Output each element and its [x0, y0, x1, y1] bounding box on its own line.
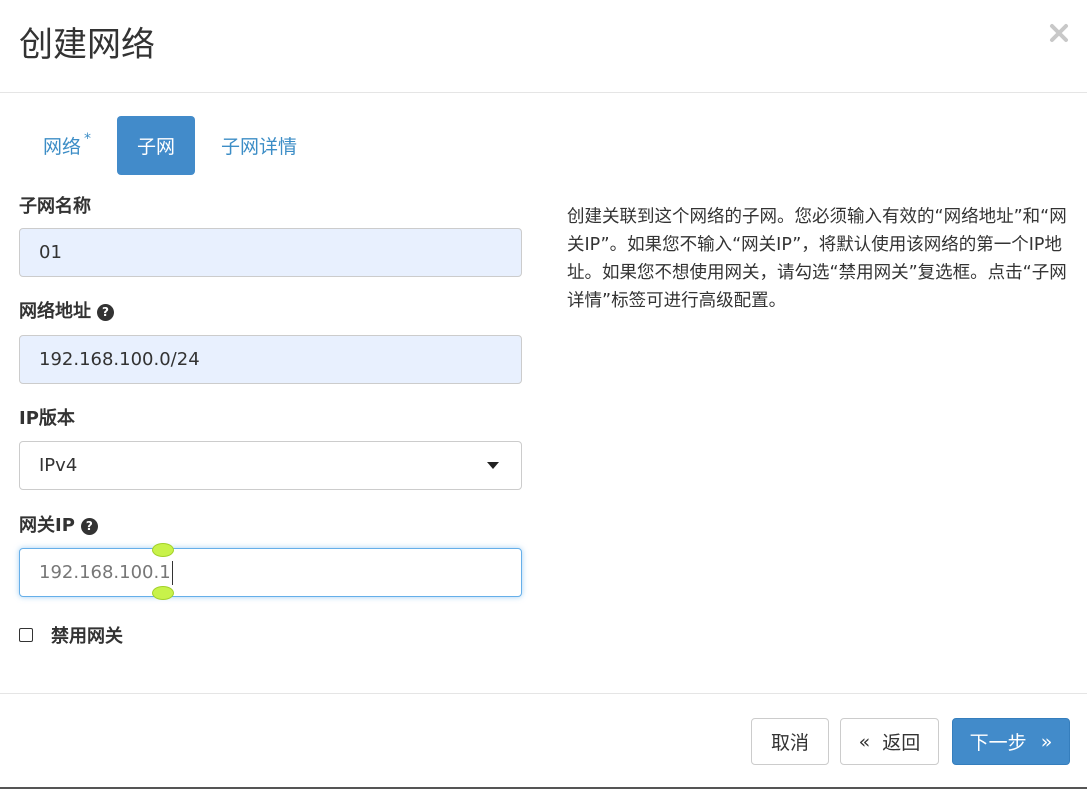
subnet-name-label: 子网名称: [19, 194, 91, 220]
tab-network[interactable]: 网络 *: [23, 116, 111, 175]
create-network-dialog: 创建网络 网络 * 子网 子网详情 子网名称 01 网络地址 ? 192.168…: [0, 0, 1087, 789]
subnet-name-label-text: 子网名称: [19, 196, 91, 217]
subnet-name-value: 01: [39, 242, 62, 263]
required-mark: *: [84, 130, 92, 147]
back-button[interactable]: « 返回: [840, 718, 939, 765]
selection-handle-top[interactable]: [152, 543, 174, 557]
dialog-header: 创建网络: [0, 0, 1087, 93]
dialog-footer: 取消 « 返回 下一步 »: [0, 693, 1087, 789]
next-label: 下一步: [969, 732, 1027, 754]
help-description: 创建关联到这个网络的子网。您必须输入有效的“网络地址”和“网关IP”。如果您不输…: [567, 207, 1067, 311]
subnet-name-input[interactable]: 01: [19, 228, 522, 277]
network-address-input[interactable]: 192.168.100.0/24: [19, 335, 522, 384]
ip-version-selected: IPv4: [39, 455, 78, 476]
text-cursor: [171, 560, 173, 585]
next-button[interactable]: 下一步 »: [952, 718, 1070, 765]
ip-version-label: IP版本: [19, 406, 75, 432]
gateway-ip-value: 192.168.100.1: [39, 562, 171, 583]
tab-label: 子网详情: [221, 136, 298, 158]
cancel-button[interactable]: 取消: [751, 718, 829, 765]
disable-gateway-row: 禁用网关: [19, 622, 123, 648]
ip-version-label-text: IP版本: [19, 408, 75, 429]
disable-gateway-label[interactable]: 禁用网关: [51, 622, 123, 648]
tab-subnet-details[interactable]: 子网详情: [201, 116, 317, 175]
ip-version-select[interactable]: IPv4: [19, 441, 522, 490]
close-button[interactable]: [1044, 18, 1074, 48]
disable-gateway-checkbox[interactable]: [19, 628, 33, 642]
double-chevron-right-icon: »: [1040, 730, 1053, 753]
network-address-label: 网络地址 ?: [19, 299, 114, 325]
gateway-ip-label: 网关IP ?: [19, 513, 98, 539]
selection-handle-bottom[interactable]: [152, 586, 174, 600]
dialog-title: 创建网络: [19, 25, 155, 65]
help-icon[interactable]: ?: [80, 517, 98, 535]
gateway-ip-label-text: 网关IP: [19, 515, 75, 536]
back-label: 返回: [882, 732, 921, 754]
wizard-tabs: 网络 * 子网 子网详情: [23, 116, 317, 175]
cancel-label: 取消: [770, 732, 809, 754]
close-icon: [1049, 23, 1069, 43]
double-chevron-left-icon: «: [858, 730, 871, 753]
network-address-label-text: 网络地址: [19, 301, 91, 322]
chevron-down-icon: [487, 462, 499, 469]
tab-label: 子网: [137, 136, 176, 158]
gateway-ip-input[interactable]: 192.168.100.1: [19, 548, 522, 597]
help-icon[interactable]: ?: [97, 303, 114, 321]
network-address-value: 192.168.100.0/24: [39, 349, 200, 370]
tab-subnet[interactable]: 子网: [117, 116, 196, 175]
tab-label: 网络: [43, 136, 82, 158]
